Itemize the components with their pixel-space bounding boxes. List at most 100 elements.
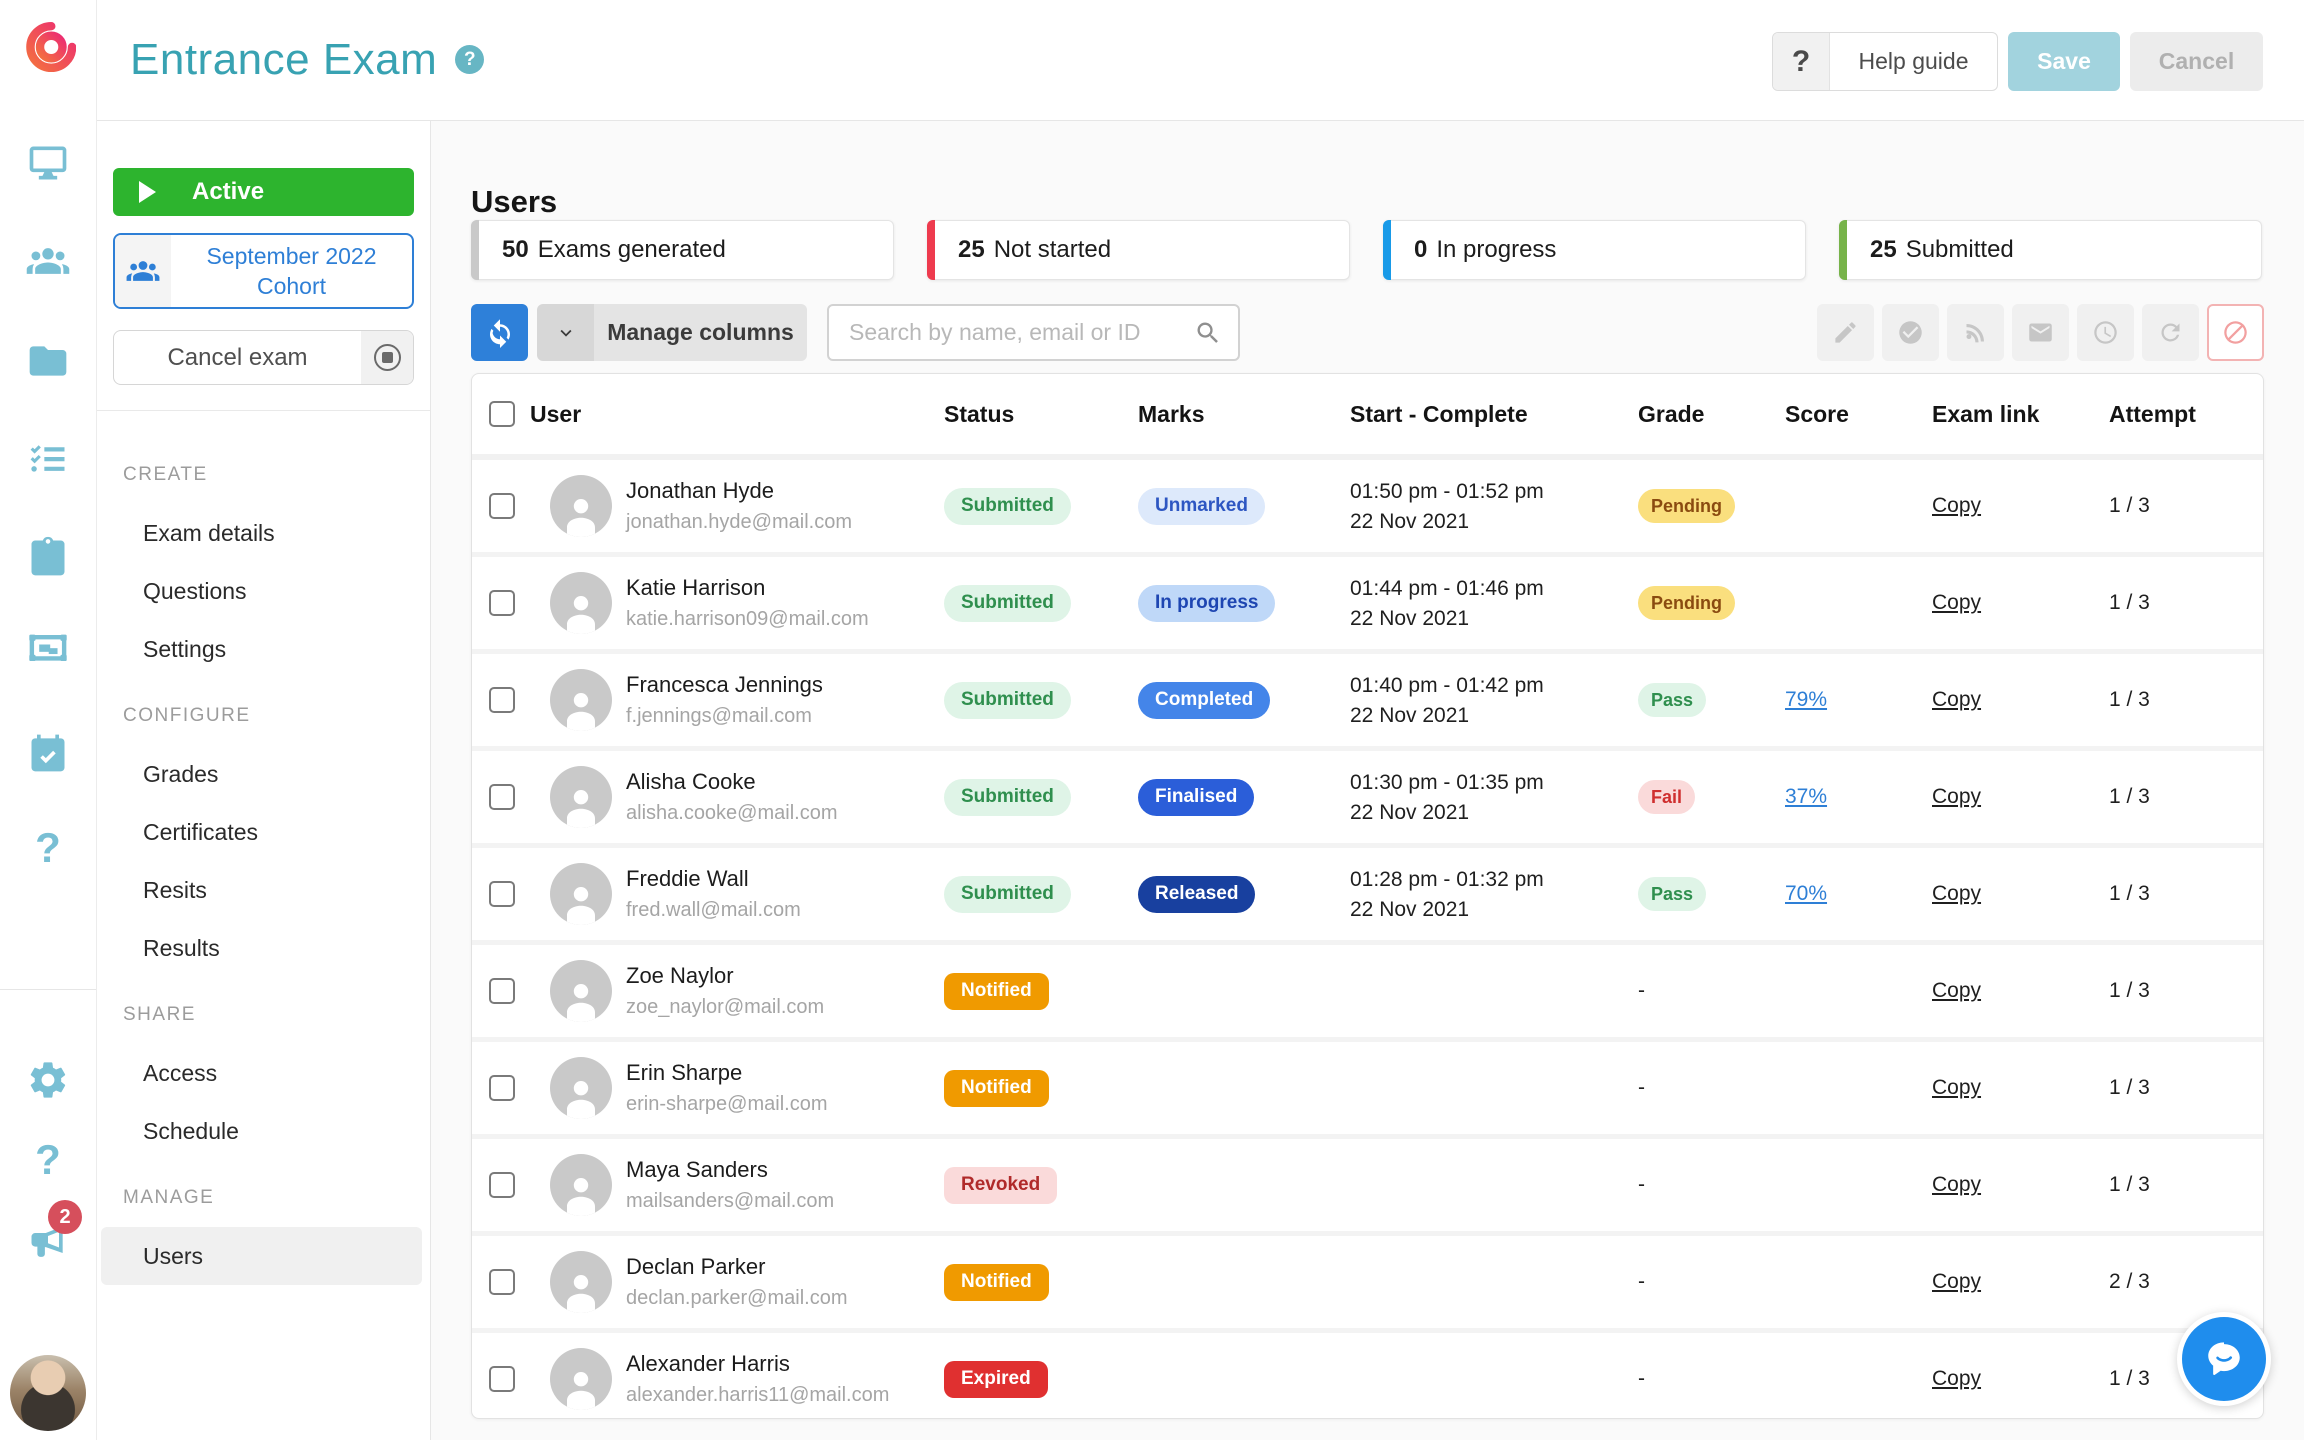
user-name: Maya Sanders <box>626 1157 834 1183</box>
cancel-button[interactable]: Cancel <box>2130 32 2263 91</box>
folder-icon[interactable] <box>0 333 96 389</box>
sidebar-item-results[interactable]: Results <box>96 919 430 977</box>
history-clock-icon[interactable] <box>2077 304 2134 361</box>
calendar-check-icon[interactable] <box>0 725 96 781</box>
sidebar-item-schedule[interactable]: Schedule <box>96 1102 430 1160</box>
search-input[interactable] <box>829 318 1194 347</box>
attempt-count: 1 / 3 <box>2109 979 2263 1003</box>
chat-launcher[interactable] <box>2177 1312 2271 1406</box>
sidebar-item-questions[interactable]: Questions <box>96 562 430 620</box>
monitor-icon[interactable] <box>0 135 96 191</box>
cohorts-icon[interactable] <box>0 233 96 289</box>
settings-gear-icon[interactable] <box>0 1052 96 1108</box>
sidebar-item-exam-details[interactable]: Exam details <box>96 504 430 562</box>
help-guide-button[interactable]: ? Help guide <box>1772 32 1998 91</box>
score-link[interactable]: 70% <box>1785 882 1827 905</box>
sidebar-item-certificates[interactable]: Certificates <box>96 803 430 861</box>
help-icon[interactable]: ? <box>0 820 96 876</box>
board-icon[interactable] <box>0 622 96 678</box>
clipboard-icon[interactable] <box>0 529 96 585</box>
user-name: Erin Sharpe <box>626 1060 827 1086</box>
title-help-icon[interactable]: ? <box>455 45 484 74</box>
avatar <box>550 1251 612 1313</box>
row-checkbox[interactable] <box>489 881 515 907</box>
copy-exam-link[interactable]: Copy <box>1932 591 1981 614</box>
exam-status-button[interactable]: Active <box>113 168 414 216</box>
publish-rss-icon[interactable] <box>1947 304 2004 361</box>
sidebar-item-access[interactable]: Access <box>96 1044 430 1102</box>
cancel-exam-label: Cancel exam <box>114 331 361 384</box>
nav-section: MANAGEUsers <box>96 1169 430 1285</box>
edit-icon[interactable] <box>1817 304 1874 361</box>
approve-check-icon[interactable] <box>1882 304 1939 361</box>
copy-exam-link[interactable]: Copy <box>1932 979 1981 1002</box>
stat-value: 0 <box>1414 236 1427 264</box>
row-checkbox[interactable] <box>489 590 515 616</box>
bulk-actions <box>1817 304 2264 361</box>
table-row: Freddie Wallfred.wall@mail.comSubmittedR… <box>472 843 2263 940</box>
copy-exam-link[interactable]: Copy <box>1932 1367 1981 1390</box>
user-email: fred.wall@mail.com <box>626 899 801 922</box>
row-checkbox[interactable] <box>489 1172 515 1198</box>
user-name: Katie Harrison <box>626 575 869 601</box>
brand-logo[interactable] <box>22 20 76 74</box>
user-name: Zoe Naylor <box>626 963 824 989</box>
copy-exam-link[interactable]: Copy <box>1932 1076 1981 1099</box>
user-email: mailsanders@mail.com <box>626 1190 834 1213</box>
stat-label: In progress <box>1436 236 1556 264</box>
row-checkbox[interactable] <box>489 784 515 810</box>
cohort-button[interactable]: September 2022 Cohort <box>113 233 414 309</box>
save-button[interactable]: Save <box>2008 32 2120 91</box>
users-table: UserStatusMarksStart - CompleteGradeScor… <box>471 373 2264 1419</box>
search-icon[interactable] <box>1194 319 1222 347</box>
avatar <box>550 766 612 828</box>
user-avatar[interactable] <box>10 1355 86 1431</box>
row-checkbox[interactable] <box>489 1075 515 1101</box>
copy-exam-link[interactable]: Copy <box>1932 882 1981 905</box>
sidebar-item-users[interactable]: Users <box>101 1227 422 1285</box>
copy-exam-link[interactable]: Copy <box>1932 688 1981 711</box>
copy-exam-link[interactable]: Copy <box>1932 1270 1981 1293</box>
sidebar-item-grades[interactable]: Grades <box>96 745 430 803</box>
table-row: Zoe Naylorzoe_naylor@mail.comNotified-Co… <box>472 940 2263 1037</box>
manage-columns-button[interactable]: Manage columns <box>537 304 807 361</box>
start-complete-date: 22 Nov 2021 <box>1350 511 1638 532</box>
row-checkbox[interactable] <box>489 1269 515 1295</box>
sidebar-item-resits[interactable]: Resits <box>96 861 430 919</box>
exam-status-label: Active <box>192 178 264 206</box>
empty-grade-badge: - <box>1638 1076 1645 1099</box>
retry-icon[interactable] <box>2142 304 2199 361</box>
stat-label: Not started <box>994 236 1111 264</box>
stop-icon <box>361 331 413 384</box>
marks-badge: Unmarked <box>1138 488 1265 525</box>
chevron-down-icon[interactable] <box>537 304 594 361</box>
row-checkbox[interactable] <box>489 1366 515 1392</box>
announcements-megaphone-icon[interactable]: 2 <box>0 1214 96 1270</box>
select-all-checkbox[interactable] <box>489 401 515 427</box>
stat-card: 25Not started <box>927 220 1350 280</box>
sidebar-item-settings[interactable]: Settings <box>96 620 430 678</box>
row-checkbox[interactable] <box>489 978 515 1004</box>
nav-section-label: CONFIGURE <box>96 687 430 745</box>
score-link[interactable]: 79% <box>1785 688 1827 711</box>
score-link[interactable]: 37% <box>1785 785 1827 808</box>
column-header-exam-link: Exam link <box>1932 401 2109 428</box>
user-name: Francesca Jennings <box>626 672 823 698</box>
row-checkbox[interactable] <box>489 493 515 519</box>
copy-exam-link[interactable]: Copy <box>1932 785 1981 808</box>
stat-value: 25 <box>1870 236 1897 264</box>
stat-label: Submitted <box>1906 236 2014 264</box>
cancel-exam-button[interactable]: Cancel exam <box>113 330 414 385</box>
manage-columns-label: Manage columns <box>594 304 807 361</box>
refresh-button[interactable] <box>471 304 528 361</box>
checklist-icon[interactable] <box>0 431 96 487</box>
email-icon[interactable] <box>2012 304 2069 361</box>
question-mark-icon: ? <box>1773 33 1830 90</box>
nav-section: SHAREAccessSchedule <box>96 986 430 1160</box>
start-complete-time: 01:40 pm - 01:42 pm <box>1350 675 1638 696</box>
revoke-ban-icon[interactable] <box>2207 304 2264 361</box>
help-icon[interactable]: ? <box>0 1132 96 1188</box>
copy-exam-link[interactable]: Copy <box>1932 1173 1981 1196</box>
row-checkbox[interactable] <box>489 687 515 713</box>
copy-exam-link[interactable]: Copy <box>1932 494 1981 517</box>
